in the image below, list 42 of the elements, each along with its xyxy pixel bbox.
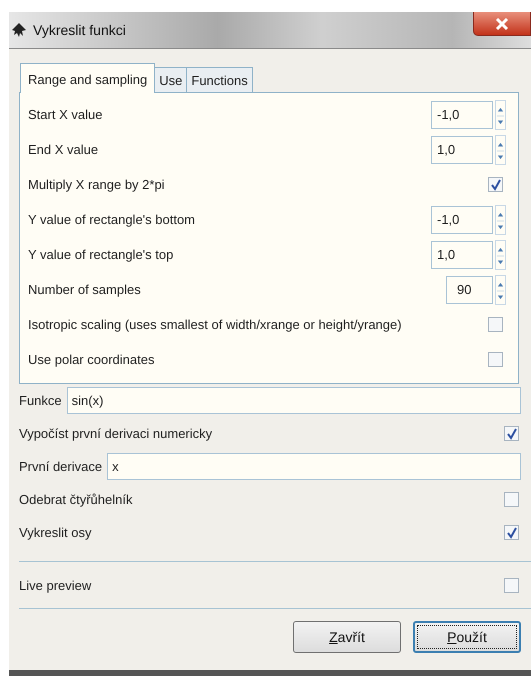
window-title: Vykreslit funkci (33, 22, 126, 38)
setting-label: Odebrat čtyřůhelník (19, 492, 132, 507)
setting-label: Vypočíst první derivaci numericky (19, 426, 212, 441)
spin-arrows[interactable] (495, 100, 506, 130)
setting-label: Start X value (28, 107, 104, 122)
checkbox[interactable] (504, 578, 519, 592)
input-field[interactable]: x (107, 453, 521, 480)
checkbox[interactable] (504, 525, 519, 540)
dialog-button[interactable]: Použít (413, 621, 521, 653)
setting-label: Funkce (19, 393, 62, 408)
setting-label: Y value of rectangle's bottom (28, 212, 196, 227)
setting-label: End X value (28, 142, 100, 157)
setting-label: Isotropic scaling (uses smallest of width/xrange or height/yrange) (28, 317, 403, 332)
close-icon (495, 18, 509, 30)
tab[interactable]: Functions (186, 67, 253, 92)
app-icon (11, 22, 27, 38)
checkbox[interactable] (504, 492, 519, 507)
tab[interactable]: Use (154, 67, 188, 92)
setting-label: Y value of rectangle's top (28, 247, 174, 262)
spin-field[interactable]: -1,0 (431, 100, 493, 128)
setting-label: Number of samples (28, 282, 142, 297)
spin-arrows[interactable] (495, 274, 506, 304)
spin-arrows[interactable] (495, 134, 506, 164)
checkbox[interactable] (488, 352, 503, 367)
tab[interactable]: Range and sampling (20, 63, 156, 93)
checkbox[interactable] (488, 177, 503, 192)
spin-field[interactable]: 1,0 (431, 240, 493, 268)
spin-field[interactable]: -1,0 (431, 206, 493, 234)
setting-label: Vykreslit osy (19, 525, 92, 540)
close-button[interactable] (473, 12, 531, 36)
spin-arrows[interactable] (495, 240, 506, 270)
spin-arrows[interactable] (495, 204, 506, 234)
checkbox[interactable] (488, 317, 503, 332)
input-field[interactable]: sin(x) (66, 387, 521, 414)
spin-field[interactable]: 1,0 (431, 136, 493, 164)
checkbox[interactable] (504, 426, 519, 441)
setting-label: Use polar coordinates (28, 352, 156, 367)
spin-field[interactable]: 90 (446, 276, 493, 304)
setting-label: První derivace (19, 459, 102, 474)
dialog-button[interactable]: Zavřít (293, 621, 401, 653)
setting-label: Multiply X range by 2*pi (28, 177, 166, 192)
setting-label: Live preview (19, 578, 92, 592)
